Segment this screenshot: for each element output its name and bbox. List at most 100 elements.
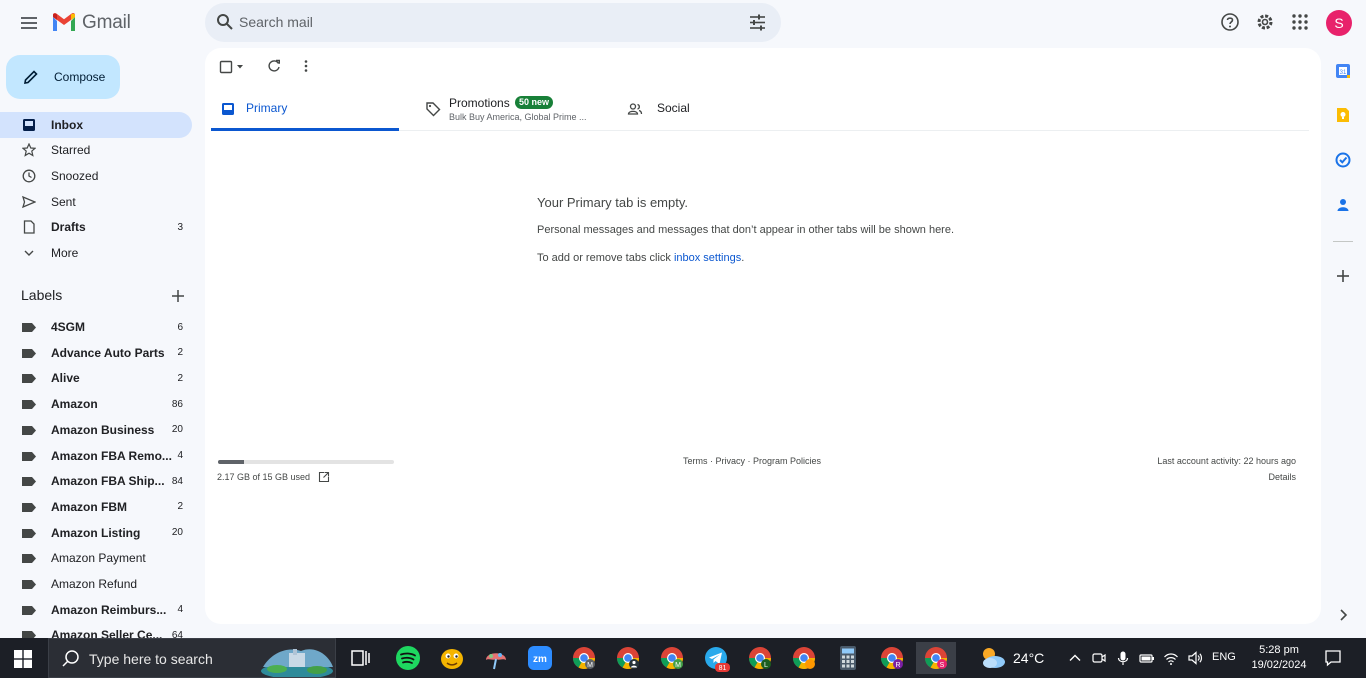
chrome-icon[interactable] — [788, 642, 820, 674]
microphone-icon[interactable] — [1115, 650, 1131, 666]
details-link[interactable]: Details — [1268, 472, 1296, 482]
spotify-icon[interactable] — [392, 642, 424, 674]
terms-link[interactable]: Terms — [683, 456, 708, 466]
windows-start-icon[interactable] — [14, 650, 32, 668]
main-menu-icon[interactable] — [18, 12, 40, 34]
label-item[interactable]: Amazon Refund — [0, 571, 192, 597]
taskbar-search-text: Type here to search — [89, 651, 213, 667]
label-item[interactable]: 4SGM 6 — [0, 314, 192, 340]
telegram-unread-badge: 81 — [719, 665, 727, 672]
label-item[interactable]: Amazon Payment — [0, 545, 192, 571]
meet-now-icon[interactable] — [1091, 650, 1107, 666]
paint-app-icon[interactable] — [480, 642, 512, 674]
label-tag-icon — [22, 425, 36, 435]
label-name: Alive — [51, 371, 80, 386]
tag-icon — [426, 102, 441, 117]
label-count: 86 — [171, 398, 183, 410]
label-count: 4 — [177, 604, 183, 616]
privacy-link[interactable]: Privacy — [716, 456, 746, 466]
tab-social[interactable]: Social — [619, 88, 809, 131]
app-name: Gmail — [82, 12, 131, 33]
account-avatar[interactable]: S — [1326, 10, 1352, 36]
chevron-right-icon[interactable] — [1335, 607, 1351, 623]
last-activity: Last account activity: 22 hours ago — [1157, 456, 1296, 466]
refresh-icon[interactable] — [267, 59, 281, 73]
task-view-icon[interactable] — [344, 642, 376, 674]
battery-icon[interactable] — [1139, 650, 1155, 666]
label-item[interactable]: Amazon Listing 20 — [0, 520, 192, 546]
label-item[interactable]: Alive 2 — [0, 365, 192, 391]
weather-temperature[interactable]: 24°C — [1013, 650, 1044, 666]
program-policies-link[interactable]: Program Policies — [753, 456, 821, 466]
label-name: Amazon FBA Ship... — [51, 474, 165, 489]
label-count: 2 — [177, 501, 183, 513]
search-input[interactable] — [239, 8, 719, 36]
settings-gear-icon[interactable] — [1255, 12, 1275, 32]
label-item[interactable]: Amazon 86 — [0, 391, 192, 417]
zoom-icon[interactable]: zm — [524, 642, 556, 674]
wifi-icon[interactable] — [1163, 650, 1179, 666]
nav-item-snoozed[interactable]: Snoozed — [0, 163, 192, 189]
chrome-a-icon[interactable] — [612, 642, 644, 674]
svg-text:R: R — [895, 662, 900, 669]
search-bar[interactable] — [205, 3, 781, 42]
calculator-icon[interactable] — [832, 642, 864, 674]
label-item[interactable]: Amazon FBM 2 — [0, 494, 192, 520]
chrome-r-icon[interactable]: R — [876, 642, 908, 674]
create-label-icon[interactable] — [171, 289, 185, 303]
select-checkbox-icon[interactable] — [219, 60, 247, 74]
chrome-m-icon[interactable]: M — [568, 642, 600, 674]
chrome-m2-icon[interactable]: M — [656, 642, 688, 674]
storage-bar — [218, 460, 394, 464]
label-item[interactable]: Amazon FBA Remo... 4 — [0, 443, 192, 469]
tasks-icon[interactable] — [1335, 152, 1351, 168]
contacts-icon[interactable] — [1335, 197, 1351, 213]
help-icon[interactable] — [1220, 12, 1240, 32]
search-icon[interactable] — [216, 13, 234, 31]
nav-label: Sent — [51, 195, 76, 209]
clock[interactable]: 5:28 pm 19/02/2024 — [1250, 643, 1308, 673]
label-item[interactable]: Amazon Business 20 — [0, 417, 192, 443]
label-count: 6 — [177, 321, 183, 333]
add-addon-icon[interactable] — [1335, 268, 1351, 284]
show-hidden-icons-icon[interactable] — [1067, 650, 1083, 666]
nav-item-drafts[interactable]: Drafts 3 — [0, 214, 192, 240]
weather-icon[interactable] — [978, 644, 1008, 672]
emoji-app-icon[interactable] — [436, 642, 468, 674]
nav-item-inbox[interactable]: Inbox — [0, 112, 192, 138]
keep-icon[interactable] — [1335, 107, 1351, 123]
notifications-icon[interactable] — [1324, 649, 1342, 667]
svg-text:M: M — [587, 662, 593, 669]
footer-links: Terms · Privacy · Program Policies — [683, 456, 821, 466]
hint-suffix: . — [741, 252, 745, 264]
label-item[interactable]: Advance Auto Parts 2 — [0, 340, 192, 366]
telegram-icon[interactable]: 81 — [700, 642, 732, 674]
volume-icon[interactable] — [1187, 650, 1203, 666]
tab-primary[interactable]: Primary — [211, 88, 399, 131]
calendar-icon[interactable]: 31 — [1335, 63, 1351, 79]
inbox-settings-link[interactable]: inbox settings — [674, 252, 741, 264]
nav-label: More — [51, 246, 79, 260]
label-item[interactable]: Amazon Reimburs... 4 — [0, 597, 192, 623]
search-options-icon[interactable] — [748, 13, 767, 32]
nav-item-sent[interactable]: Sent — [0, 189, 192, 215]
chrome-l-icon[interactable]: L — [744, 642, 776, 674]
open-in-new-icon[interactable] — [318, 471, 330, 483]
tab-promotions-label: Promotions — [449, 96, 510, 110]
nav-count: 3 — [177, 221, 183, 233]
google-apps-icon[interactable] — [1290, 12, 1310, 32]
search-highlight-art-icon — [261, 649, 333, 677]
input-language[interactable]: ENG — [1212, 651, 1236, 663]
label-item[interactable]: Amazon FBA Ship... 84 — [0, 468, 192, 494]
nav-label: Starred — [51, 143, 91, 157]
compose-button[interactable]: Compose — [6, 55, 120, 99]
inbox-icon — [23, 119, 35, 131]
gmail-logo[interactable]: Gmail — [51, 10, 131, 36]
label-count: 2 — [177, 347, 183, 359]
taskbar-search[interactable]: Type here to search — [48, 638, 336, 678]
nav-item-more[interactable]: More — [0, 240, 192, 266]
tab-promotions[interactable]: Promotions 50 new Bulk Buy America, Glob… — [419, 88, 619, 131]
chrome-s-icon[interactable]: S — [916, 642, 956, 674]
nav-item-starred[interactable]: Starred — [0, 137, 192, 163]
more-vert-icon[interactable] — [299, 59, 313, 73]
